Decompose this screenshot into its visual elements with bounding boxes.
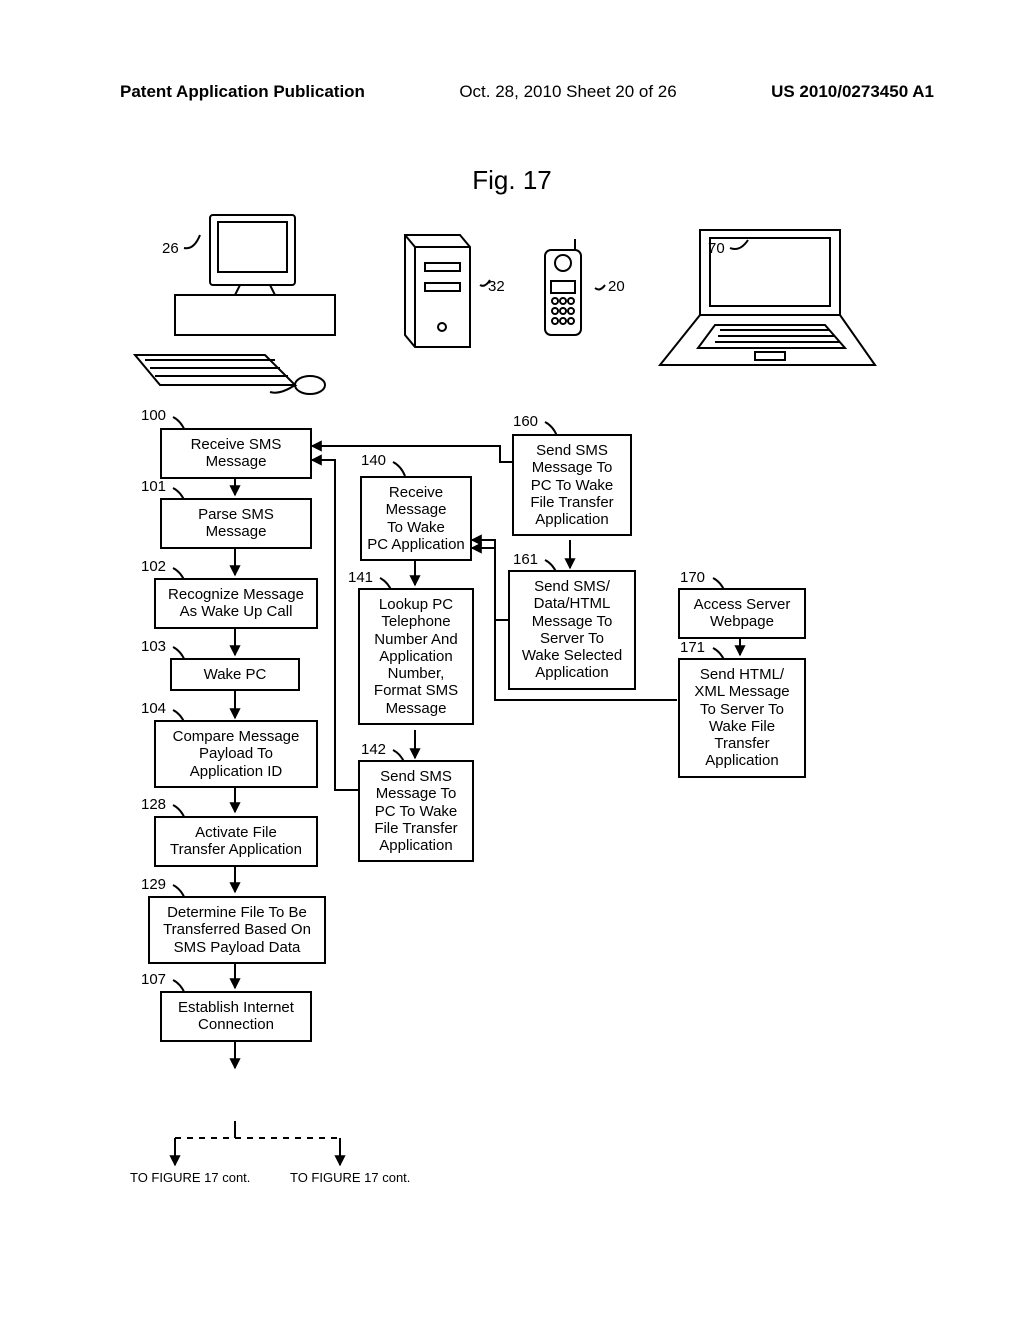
- ref-100: 100: [141, 407, 166, 424]
- diagram-canvas: 26 32 20 70 100 Receive SMSMessage 101 P…: [120, 200, 920, 1220]
- box-160: Send SMSMessage ToPC To WakeFile Transfe…: [512, 434, 632, 536]
- ref-140: 140: [361, 452, 386, 469]
- ref-101: 101: [141, 478, 166, 495]
- ref-107: 107: [141, 971, 166, 988]
- box-161: Send SMS/Data/HTMLMessage ToServer ToWak…: [508, 570, 636, 690]
- ref-170: 170: [680, 569, 705, 586]
- header-left: Patent Application Publication: [120, 82, 365, 102]
- box-141: Lookup PCTelephoneNumber AndApplicationN…: [358, 588, 474, 725]
- box-171: Send HTML/XML MessageTo Server ToWake Fi…: [678, 658, 806, 778]
- box-140: ReceiveMessageTo WakePC Application: [360, 476, 472, 561]
- ref-102: 102: [141, 558, 166, 575]
- ref-160: 160: [513, 413, 538, 430]
- ref-161: 161: [513, 551, 538, 568]
- box-170: Access ServerWebpage: [678, 588, 806, 639]
- header-mid: Oct. 28, 2010 Sheet 20 of 26: [459, 82, 676, 102]
- box-100: Receive SMSMessage: [160, 428, 312, 479]
- ref-129: 129: [141, 876, 166, 893]
- ref-141: 141: [348, 569, 373, 586]
- ref-142: 142: [361, 741, 386, 758]
- box-128: Activate FileTransfer Application: [154, 816, 318, 867]
- box-142: Send SMSMessage ToPC To WakeFile Transfe…: [358, 760, 474, 862]
- box-129: Determine File To BeTransferred Based On…: [148, 896, 326, 964]
- ref-20: 20: [608, 278, 625, 295]
- box-103: Wake PC: [170, 658, 300, 691]
- ref-70: 70: [708, 240, 725, 257]
- ref-32: 32: [488, 278, 505, 295]
- ref-103: 103: [141, 638, 166, 655]
- ref-104: 104: [141, 700, 166, 717]
- box-102: Recognize MessageAs Wake Up Call: [154, 578, 318, 629]
- continuation-left: TO FIGURE 17 cont.: [130, 1170, 250, 1185]
- ref-171: 171: [680, 639, 705, 656]
- box-104: Compare MessagePayload ToApplication ID: [154, 720, 318, 788]
- ref-128: 128: [141, 796, 166, 813]
- ref-26: 26: [162, 240, 179, 257]
- box-107: Establish InternetConnection: [160, 991, 312, 1042]
- header-right: US 2010/0273450 A1: [771, 82, 934, 102]
- page-header: Patent Application Publication Oct. 28, …: [120, 82, 934, 102]
- box-101: Parse SMSMessage: [160, 498, 312, 549]
- figure-title: Fig. 17: [0, 165, 1024, 196]
- continuation-right: TO FIGURE 17 cont.: [290, 1170, 410, 1185]
